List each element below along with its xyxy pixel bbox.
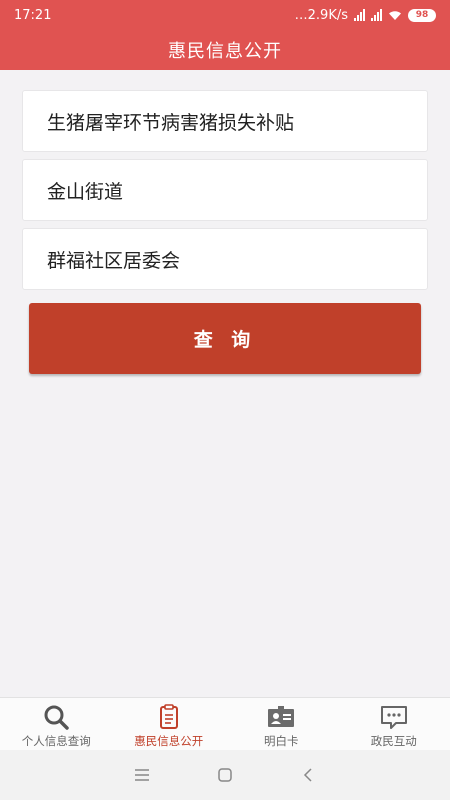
tab-info-card[interactable]: 明白卡: [225, 698, 338, 750]
clipboard-icon: [159, 704, 178, 729]
community-field[interactable]: 群福社区居委会: [22, 228, 428, 290]
app-header: 17:21 …2.9K/s 98 惠民信息公开: [0, 0, 450, 70]
system-nav-bar: [0, 750, 450, 800]
battery-icon: 98: [408, 8, 436, 22]
tab-gov-interaction[interactable]: 政民互动: [338, 698, 450, 750]
home-icon[interactable]: [205, 755, 245, 795]
page-title: 惠民信息公开: [168, 41, 282, 62]
status-bar: 17:21 …2.9K/s 98: [0, 0, 450, 30]
wifi-icon: [389, 10, 401, 20]
tab-label: 明白卡: [264, 734, 299, 748]
signal-icon: [371, 9, 382, 21]
query-button[interactable]: 查 询: [29, 303, 421, 374]
subsidy-item-field[interactable]: 生猪屠宰环节病害猪损失补贴: [22, 90, 428, 152]
bottom-tabbar: 个人信息查询 惠民信息公开 明白卡 政民互动: [0, 697, 450, 750]
status-icons: …2.9K/s 98: [295, 8, 436, 23]
tab-personal-info-query[interactable]: 个人信息查询: [0, 698, 113, 750]
back-icon[interactable]: [288, 755, 328, 795]
tab-label: 政民互动: [370, 734, 417, 748]
id-card-icon: [268, 706, 295, 727]
tab-benefit-info-public[interactable]: 惠民信息公开: [113, 698, 226, 750]
network-speed: …2.9K/s: [294, 7, 348, 23]
tab-label: 惠民信息公开: [134, 734, 204, 748]
status-time: 17:21: [14, 7, 52, 23]
menu-icon[interactable]: [122, 755, 162, 795]
street-field[interactable]: 金山街道: [22, 159, 428, 221]
tab-label: 个人信息查询: [21, 734, 91, 748]
search-icon: [44, 705, 69, 730]
signal-icon: [354, 9, 365, 21]
chat-icon: [380, 706, 407, 729]
